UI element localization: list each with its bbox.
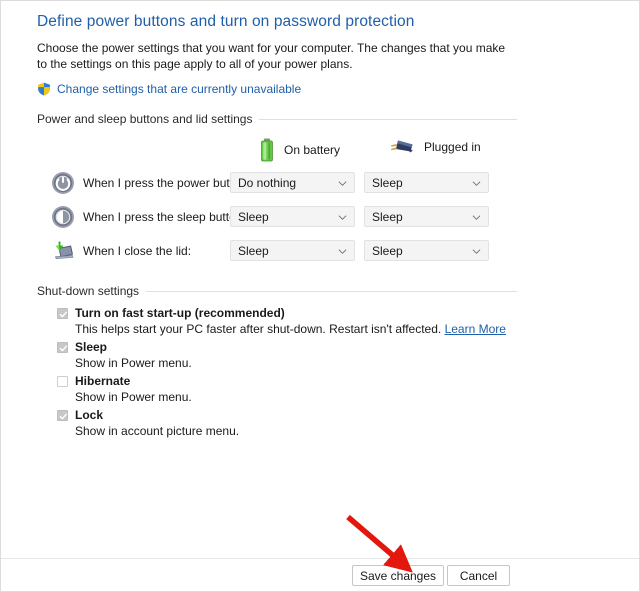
power-button-icon [52, 172, 74, 194]
save-changes-button[interactable]: Save changes [352, 565, 444, 586]
setting-label-power-button: When I press the power button: [83, 176, 250, 190]
chevron-down-icon [338, 249, 347, 254]
option-sleep: Sleep Show in Power menu. [57, 340, 517, 371]
dropdown-sleep-button-plugged-in[interactable]: Sleep [364, 206, 489, 227]
setting-label-close-lid: When I close the lid: [83, 244, 192, 258]
dropdown-value: Do nothing [238, 176, 297, 190]
option-description-text: This helps start your PC faster after sh… [75, 322, 442, 336]
column-label-plugged-in: Plugged in [424, 140, 481, 154]
checkbox-sleep[interactable] [57, 342, 68, 353]
uac-shield-icon [38, 82, 50, 96]
column-label-on-battery: On battery [284, 143, 341, 157]
dropdown-value: Sleep [372, 176, 403, 190]
setting-row-close-lid: When I close the lid: Sleep Sleep [37, 236, 517, 270]
change-settings-link-row[interactable]: Change settings that are currently unava… [37, 82, 517, 96]
column-headers: On battery Plugged in [37, 134, 517, 166]
option-description-sleep: Show in Power menu. [75, 356, 192, 370]
setting-row-sleep-button: When I press the sleep button: Sleep Sle… [37, 202, 517, 236]
dropdown-close-lid-plugged-in[interactable]: Sleep [364, 240, 489, 261]
section-label-power-buttons: Power and sleep buttons and lid settings [37, 112, 253, 126]
checkbox-fast-startup[interactable] [57, 308, 68, 319]
footer-bar: Save changes Cancel [1, 563, 639, 591]
section-header-power-buttons: Power and sleep buttons and lid settings [37, 112, 517, 126]
section-divider [259, 118, 517, 120]
column-header-on-battery: On battery [259, 138, 340, 162]
shutdown-settings-section: Shut-down settings Turn on fast start-up… [37, 284, 517, 439]
checkmark-icon [59, 413, 68, 420]
checkmark-icon [59, 345, 68, 352]
option-label-sleep: Sleep [75, 340, 108, 354]
page-intro-text: Choose the power settings that you want … [37, 41, 506, 71]
setting-label-sleep-button: When I press the sleep button: [83, 210, 246, 224]
change-settings-link[interactable]: Change settings that are currently unava… [57, 82, 301, 96]
option-fast-startup: Turn on fast start-up (recommended) This… [57, 306, 517, 337]
chevron-down-icon [472, 181, 481, 186]
option-hibernate: Hibernate Show in Power menu. [57, 374, 517, 405]
learn-more-link[interactable]: Learn More [445, 322, 506, 336]
chevron-down-icon [472, 215, 481, 220]
sleep-button-icon [52, 206, 74, 228]
power-settings-rows: When I press the power button: Do nothin… [37, 168, 517, 270]
column-header-plugged-in: Plugged in [389, 138, 481, 156]
dropdown-value: Sleep [238, 210, 269, 224]
battery-icon [261, 138, 273, 162]
footer-divider [1, 558, 639, 559]
chevron-down-icon [338, 181, 347, 186]
chevron-down-icon [338, 215, 347, 220]
option-label-fast-startup: Turn on fast start-up (recommended) [75, 306, 285, 320]
section-header-shutdown: Shut-down settings [37, 284, 517, 298]
setting-row-power-button: When I press the power button: Do nothin… [37, 168, 517, 202]
checkbox-lock[interactable] [57, 410, 68, 421]
dropdown-power-button-on-battery[interactable]: Do nothing [230, 172, 355, 193]
power-plug-icon [390, 140, 413, 153]
dropdown-sleep-button-on-battery[interactable]: Sleep [230, 206, 355, 227]
page-content: Define power buttons and turn on passwor… [37, 13, 517, 442]
dropdown-value: Sleep [372, 210, 403, 224]
checkmark-icon [59, 311, 68, 318]
option-label-hibernate: Hibernate [75, 374, 131, 388]
option-description-hibernate: Show in Power menu. [75, 390, 192, 404]
section-label-shutdown: Shut-down settings [37, 284, 140, 298]
section-divider [146, 290, 517, 292]
option-description-fast-startup: This helps start your PC faster after sh… [75, 321, 517, 337]
option-label-lock: Lock [75, 408, 104, 422]
power-options-page: Define power buttons and turn on passwor… [1, 1, 639, 591]
option-description-lock: Show in account picture menu. [75, 424, 240, 438]
checkbox-hibernate[interactable] [57, 376, 68, 387]
page-title: Define power buttons and turn on passwor… [37, 13, 415, 30]
dropdown-value: Sleep [238, 244, 269, 258]
laptop-lid-icon [55, 241, 74, 259]
chevron-down-icon [472, 249, 481, 254]
option-lock: Lock Show in account picture menu. [57, 408, 517, 439]
dropdown-close-lid-on-battery[interactable]: Sleep [230, 240, 355, 261]
dropdown-power-button-plugged-in[interactable]: Sleep [364, 172, 489, 193]
cancel-button[interactable]: Cancel [447, 565, 510, 586]
shutdown-options-list: Turn on fast start-up (recommended) This… [37, 306, 517, 439]
dropdown-value: Sleep [372, 244, 403, 258]
